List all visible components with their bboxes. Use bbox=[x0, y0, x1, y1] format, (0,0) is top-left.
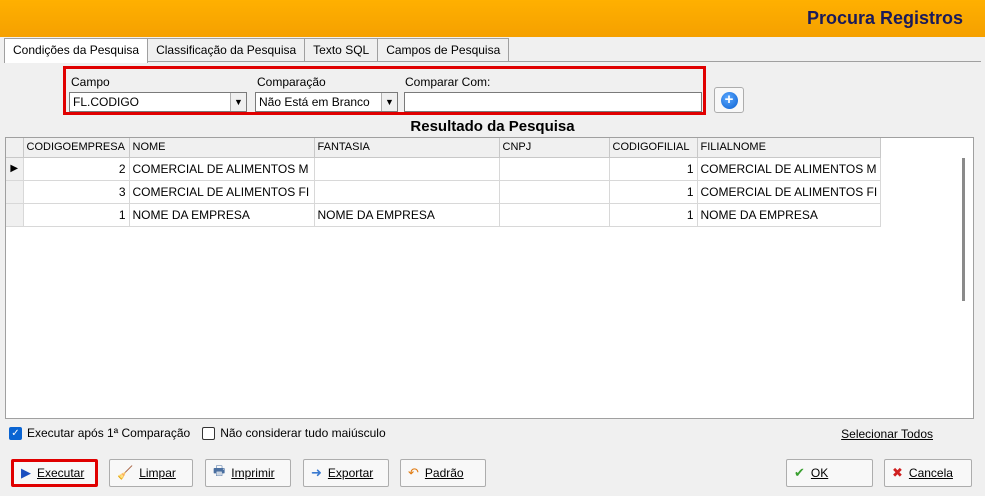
indicator-header bbox=[6, 138, 24, 158]
nao-maiusculo-label[interactable]: Não considerar tudo maiúsculo bbox=[220, 426, 385, 440]
table-row[interactable]: 3 COMERCIAL DE ALIMENTOS FI 1 COMERCIAL … bbox=[6, 180, 882, 204]
col-codigoempresa[interactable]: CODIGOEMPRESA bbox=[23, 138, 130, 158]
col-filialnome[interactable]: FILIALNOME bbox=[697, 138, 882, 158]
cancel-icon: ✖ bbox=[892, 465, 903, 480]
table-row[interactable]: 1 NOME DA EMPRESA NOME DA EMPRESA 1 NOME… bbox=[6, 203, 882, 227]
comparar-com-input[interactable] bbox=[404, 92, 702, 112]
selecionar-todos-link[interactable]: Selecionar Todos bbox=[841, 427, 933, 441]
results-title: Resultado da Pesquisa bbox=[410, 118, 575, 135]
campo-select[interactable]: FL.CODIGO ▼ bbox=[69, 92, 247, 112]
plus-circle-icon: + bbox=[720, 91, 738, 109]
printer-icon: 🖶 bbox=[213, 463, 226, 478]
tab-divider bbox=[4, 61, 981, 62]
campo-label: Campo bbox=[71, 75, 110, 89]
title-bar: Procura Registros bbox=[0, 0, 985, 37]
play-icon: ▶ bbox=[21, 465, 31, 480]
tab-texto-sql[interactable]: Texto SQL bbox=[304, 38, 379, 62]
chevron-down-icon[interactable]: ▼ bbox=[230, 93, 246, 111]
col-fantasia[interactable]: FANTASIA bbox=[314, 138, 500, 158]
tab-campos[interactable]: Campos de Pesquisa bbox=[377, 38, 510, 62]
check-circle-icon: ✔ bbox=[794, 465, 805, 480]
chevron-down-icon[interactable]: ▼ bbox=[381, 93, 397, 111]
row-indicator-icon: ▶ bbox=[6, 157, 24, 181]
executar-button[interactable]: ▶ Executar bbox=[11, 459, 98, 487]
header-row: CODIGOEMPRESA NOME FANTASIA CNPJ CODIGOF… bbox=[6, 138, 882, 158]
col-nome[interactable]: NOME bbox=[129, 138, 315, 158]
col-codigofilial[interactable]: CODIGOFILIAL bbox=[609, 138, 698, 158]
add-condition-button[interactable]: + bbox=[714, 87, 744, 113]
tab-classificacao[interactable]: Classificação da Pesquisa bbox=[147, 38, 306, 62]
undo-arrow-icon: ↶ bbox=[408, 465, 419, 480]
cancela-button[interactable]: ✖ Cancela bbox=[884, 459, 972, 487]
col-cnpj[interactable]: CNPJ bbox=[499, 138, 610, 158]
table-row[interactable]: ▶ 2 COMERCIAL DE ALIMENTOS M 1 COMERCIAL… bbox=[6, 157, 882, 181]
imprimir-button[interactable]: 🖶 Imprimir bbox=[205, 459, 291, 487]
limpar-button[interactable]: 🧹 Limpar bbox=[109, 459, 193, 487]
tab-condicoes[interactable]: Condições da Pesquisa bbox=[4, 38, 149, 63]
vertical-scrollbar[interactable] bbox=[962, 158, 965, 301]
results-table: CODIGOEMPRESA NOME FANTASIA CNPJ CODIGOF… bbox=[6, 138, 882, 227]
nao-maiusculo-checkbox[interactable] bbox=[202, 426, 216, 440]
results-grid[interactable]: CODIGOEMPRESA NOME FANTASIA CNPJ CODIGOF… bbox=[5, 137, 974, 419]
campo-value: FL.CODIGO bbox=[73, 95, 140, 109]
executar-apos-checkbox[interactable]: ✓ bbox=[9, 426, 22, 440]
padrao-button[interactable]: ↶ Padrão bbox=[400, 459, 486, 487]
exportar-button[interactable]: ➜ Exportar bbox=[303, 459, 389, 487]
options-row: ✓ Executar após 1ª Comparação Não consid… bbox=[9, 426, 386, 440]
window-title: Procura Registros bbox=[806, 8, 963, 28]
comparar-com-label: Comparar Com: bbox=[405, 75, 491, 89]
export-icon: ➜ bbox=[311, 465, 322, 480]
comparacao-value: Não Está em Branco bbox=[259, 95, 370, 109]
ok-button[interactable]: ✔ OK bbox=[786, 459, 873, 487]
tab-strip: Condições da Pesquisa Classificação da P… bbox=[4, 38, 510, 63]
broom-icon: 🧹 bbox=[117, 465, 134, 480]
comparacao-label: Comparação bbox=[257, 75, 326, 89]
comparacao-select[interactable]: Não Está em Branco ▼ bbox=[255, 92, 398, 112]
executar-apos-label[interactable]: Executar após 1ª Comparação bbox=[27, 426, 190, 440]
